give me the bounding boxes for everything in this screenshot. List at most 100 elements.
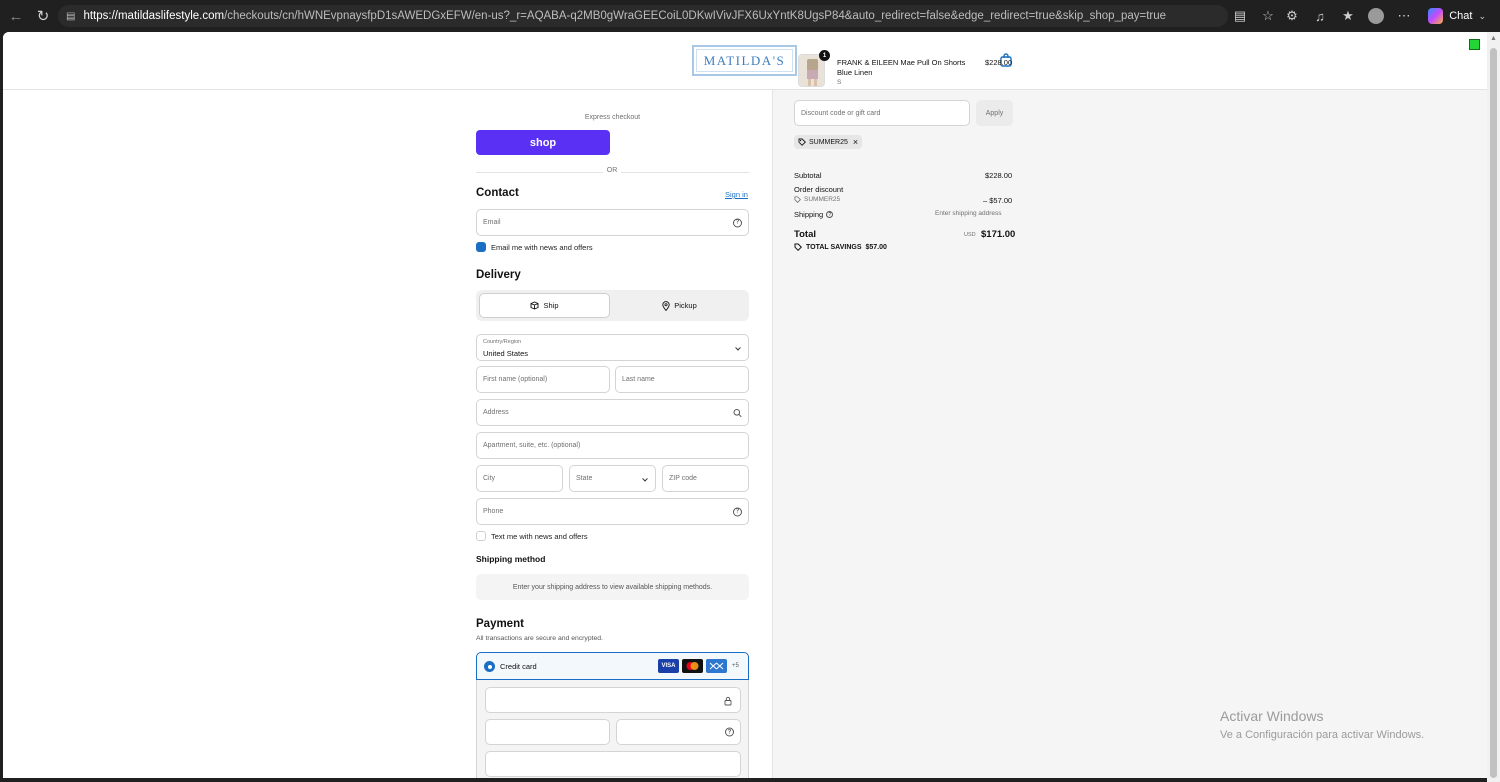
order-summary	[772, 90, 1487, 778]
shipping-label: Shipping	[794, 210, 824, 219]
payment-heading: Payment	[476, 618, 524, 630]
express-checkout-label: Express checkout	[584, 114, 641, 121]
shipping-row-label: Shipping ?	[794, 210, 834, 219]
location-pin-icon	[662, 300, 670, 311]
total-value: $171.00	[981, 229, 1016, 240]
shipping-value: Enter shipping address	[935, 210, 1002, 217]
back-icon[interactable]: ←	[2, 2, 30, 30]
more-menu-icon[interactable]: ⋯	[1390, 6, 1418, 26]
url-path: /checkouts/cn/hWNEvpnaysfpD1sAWEDGxEFW/e…	[224, 10, 1167, 22]
chevron-down-icon	[642, 475, 648, 482]
mastercard-icon	[682, 659, 703, 673]
checkout-header: MATILDA'S	[3, 32, 1487, 90]
page-viewport: MATILDA'S Express checkout shop OR Conta…	[3, 32, 1487, 778]
scroll-thumb[interactable]	[1490, 48, 1497, 778]
credit-card-radio[interactable]	[484, 661, 495, 672]
apartment-placeholder: Apartment, suite, etc. (optional)	[483, 442, 581, 449]
quantity-badge: 1	[819, 50, 830, 61]
amex-icon	[706, 659, 727, 673]
url-host: https://matildaslifestyle.com	[83, 10, 225, 22]
expiration-field[interactable]	[485, 719, 610, 745]
checkout-main: Express checkout shop OR Contact Sign in…	[3, 90, 772, 778]
discount-code-input[interactable]: Discount code or gift card	[794, 100, 970, 126]
security-code-field[interactable]: ?	[616, 719, 741, 745]
windows-activation-title: Activar Windows	[1220, 708, 1324, 724]
apartment-field[interactable]: Apartment, suite, etc. (optional)	[476, 432, 749, 459]
email-field[interactable]: Email ?	[476, 209, 749, 236]
address-field[interactable]: Address	[476, 399, 749, 426]
state-placeholder: State	[576, 475, 593, 482]
extensions-icon[interactable]: ⚙	[1278, 6, 1306, 26]
reading-view-icon[interactable]: ▤	[1226, 6, 1254, 26]
card-number-field[interactable]	[485, 687, 741, 713]
text-me-checkbox[interactable]	[476, 531, 486, 541]
favorites-icon[interactable]: ★	[1334, 6, 1362, 26]
scroll-up-icon[interactable]: ▲	[1490, 35, 1497, 42]
country-value: United States	[483, 349, 529, 358]
contact-heading: Contact	[476, 187, 519, 199]
last-name-field[interactable]: Last name	[615, 366, 749, 393]
news-checkbox-label: Email me with news and offers	[491, 243, 593, 252]
total-label: Total	[794, 229, 816, 240]
help-icon[interactable]: ?	[733, 507, 742, 516]
applied-code: SUMMER25	[809, 138, 848, 146]
credit-card-option[interactable]: Credit card VISA +5	[476, 652, 749, 680]
help-icon[interactable]: ?	[826, 211, 834, 218]
visa-icon: VISA	[658, 659, 679, 673]
city-placeholder: City	[483, 475, 496, 482]
phone-field[interactable]: Phone ?	[476, 498, 749, 525]
discount-code-row: SUMMER25	[794, 196, 840, 203]
remove-code-icon[interactable]: ×	[853, 137, 858, 147]
more-cards-count: +5	[732, 663, 739, 669]
apply-button[interactable]: Apply	[976, 100, 1013, 126]
credit-card-label: Credit card	[500, 662, 537, 671]
ship-option[interactable]: Ship	[479, 293, 610, 318]
page-scrollbar[interactable]: ▲	[1487, 32, 1500, 782]
savings-value: $57.00	[865, 243, 887, 251]
pickup-label: Pickup	[674, 301, 697, 310]
discount-value: – $57.00	[983, 196, 1013, 205]
store-logo[interactable]: MATILDA'S	[692, 45, 797, 76]
currency-code: USD	[964, 232, 976, 238]
state-select[interactable]: State	[569, 465, 656, 492]
delivery-heading: Delivery	[476, 269, 521, 281]
news-checkbox[interactable]	[476, 242, 486, 252]
chevron-down-icon: ⌄	[1478, 10, 1486, 21]
lock-icon	[724, 696, 732, 706]
shipping-method-heading: Shipping method	[476, 554, 546, 564]
help-icon[interactable]: ?	[733, 218, 742, 227]
help-icon[interactable]: ?	[725, 727, 734, 737]
tag-icon	[798, 138, 806, 146]
reload-icon[interactable]: ↻	[29, 2, 57, 30]
tag-icon	[794, 243, 802, 251]
text-me-label: Text me with news and offers	[491, 532, 588, 541]
last-name-placeholder: Last name	[622, 376, 655, 383]
city-field[interactable]: City	[476, 465, 563, 492]
shop-pay-button[interactable]: shop	[476, 130, 610, 155]
zip-placeholder: ZIP code	[669, 475, 697, 482]
product-variant: S	[837, 79, 842, 86]
address-bar[interactable]: ▤ https://matildaslifestyle.com/checkout…	[58, 5, 1228, 27]
payment-subtitle: All transactions are secure and encrypte…	[476, 635, 603, 642]
browser-toolbar: ← ↻ ▤ https://matildaslifestyle.com/chec…	[0, 0, 1500, 32]
email-placeholder: Email	[483, 219, 501, 226]
applied-discount-chip: SUMMER25 ×	[794, 135, 863, 149]
country-select[interactable]: Country/Region United States	[476, 334, 749, 361]
media-icon[interactable]: ♫	[1306, 6, 1334, 26]
pickup-option[interactable]: Pickup	[613, 293, 746, 318]
order-discount-label: Order discount	[794, 185, 844, 194]
credit-card-form: ?	[476, 680, 749, 778]
zip-field[interactable]: ZIP code	[662, 465, 749, 492]
chevron-down-icon	[735, 344, 741, 351]
name-on-card-field[interactable]	[485, 751, 741, 777]
ship-label: Ship	[543, 301, 559, 310]
first-name-field[interactable]: First name (optional)	[476, 366, 610, 393]
sign-in-link[interactable]: Sign in	[725, 190, 748, 199]
profile-avatar[interactable]	[1362, 6, 1390, 26]
site-info-icon[interactable]: ▤	[66, 11, 75, 22]
or-label: OR	[603, 167, 621, 174]
delivery-method-toggle: Ship Pickup	[476, 290, 749, 321]
copilot-chat-button[interactable]: Chat ⌄	[1424, 5, 1486, 27]
phone-placeholder: Phone	[483, 508, 504, 515]
search-icon	[733, 408, 742, 417]
